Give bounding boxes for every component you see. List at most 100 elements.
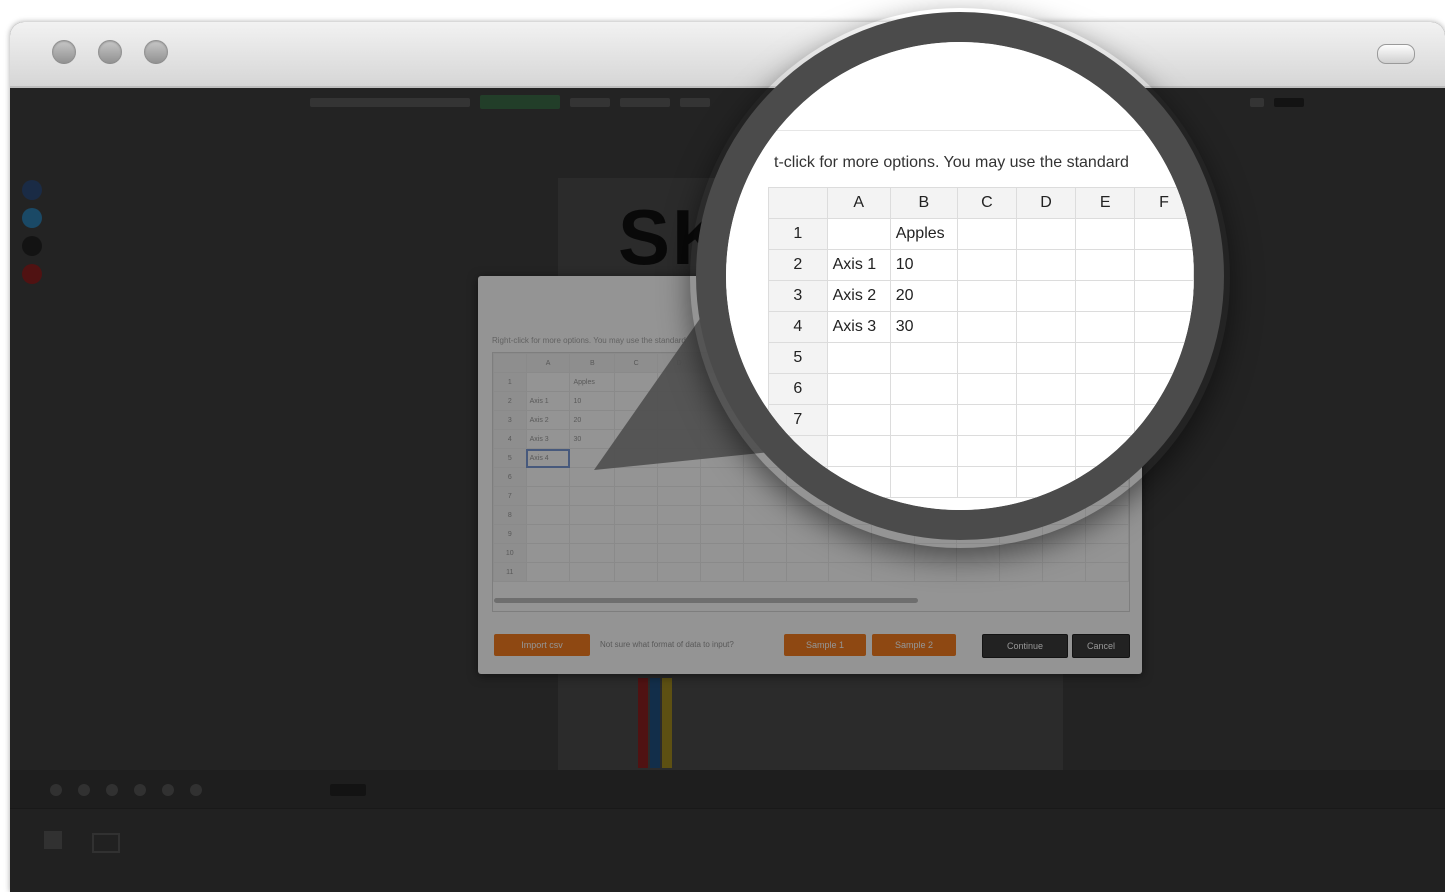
- grid-cell[interactable]: [956, 562, 1001, 582]
- facebook-icon[interactable]: [22, 180, 42, 200]
- pinterest-icon[interactable]: [22, 264, 42, 284]
- grid-cell[interactable]: [1084, 562, 1129, 582]
- delete-icon[interactable]: [190, 784, 202, 796]
- folder-icon[interactable]: [92, 833, 120, 853]
- grid-cell[interactable]: [699, 524, 744, 544]
- grid-cell[interactable]: [614, 524, 659, 544]
- row-header[interactable]: 6: [493, 467, 527, 487]
- grid-cell[interactable]: [1042, 562, 1086, 582]
- grid-cell[interactable]: Axis 3: [525, 429, 571, 449]
- grid-cell[interactable]: Axis 2: [525, 410, 571, 430]
- grid-cell[interactable]: [614, 429, 659, 449]
- row-header[interactable]: 8: [493, 505, 527, 525]
- row-header[interactable]: 1: [493, 372, 527, 392]
- sample-1-button[interactable]: Sample 1: [784, 634, 866, 656]
- account-button[interactable]: [1274, 97, 1304, 107]
- column-header[interactable]: C: [614, 353, 659, 373]
- grid-cell[interactable]: 30: [569, 429, 616, 449]
- lock-icon[interactable]: [50, 784, 62, 796]
- cut-icon[interactable]: [134, 784, 146, 796]
- grid-cell[interactable]: [999, 562, 1044, 582]
- grid-cell[interactable]: Axis 4: [525, 448, 571, 468]
- twitter-icon[interactable]: [22, 208, 42, 228]
- grid-cell[interactable]: [785, 524, 830, 544]
- grid-cell[interactable]: 10: [569, 391, 616, 411]
- grid-cell[interactable]: [657, 505, 701, 525]
- row-header[interactable]: 2: [493, 391, 527, 411]
- cancel-button[interactable]: Cancel: [1072, 634, 1130, 658]
- grid-cell[interactable]: [699, 543, 744, 563]
- grid-cell[interactable]: [614, 543, 659, 563]
- horizontal-scrollbar[interactable]: [494, 598, 918, 603]
- grid-cell[interactable]: [614, 410, 659, 430]
- grid-cell[interactable]: [742, 524, 787, 544]
- grid-cell[interactable]: [657, 429, 701, 449]
- grid-cell[interactable]: [525, 486, 571, 506]
- column-header[interactable]: A: [525, 353, 571, 373]
- grid-cell[interactable]: [569, 486, 616, 506]
- grid-cell[interactable]: [569, 562, 616, 582]
- grid-cell[interactable]: [913, 562, 958, 582]
- grid-cell[interactable]: [614, 467, 659, 487]
- share-menu[interactable]: [680, 97, 710, 107]
- grid-cell[interactable]: [614, 486, 659, 506]
- grid-cell[interactable]: Apples: [569, 372, 616, 392]
- column-header[interactable]: B: [569, 353, 616, 373]
- grid-cell[interactable]: [569, 505, 616, 525]
- grid-cell[interactable]: [785, 562, 830, 582]
- column-header[interactable]: D: [657, 353, 701, 373]
- row-header[interactable]: 7: [493, 486, 527, 506]
- share-icon[interactable]: [22, 236, 42, 256]
- grid-cell[interactable]: [657, 562, 701, 582]
- row-header[interactable]: 11: [493, 562, 527, 582]
- row-header[interactable]: 5: [493, 448, 527, 468]
- grid-cell[interactable]: [525, 562, 571, 582]
- layer-icon[interactable]: [78, 784, 90, 796]
- import-csv-button[interactable]: Import csv: [494, 634, 590, 656]
- file-menu[interactable]: [570, 97, 610, 107]
- grid-cell[interactable]: [828, 543, 873, 563]
- grid-cell[interactable]: [657, 391, 701, 411]
- save-button[interactable]: [480, 95, 560, 109]
- document-name-dropdown[interactable]: [310, 97, 470, 107]
- sample-2-button[interactable]: Sample 2: [872, 634, 956, 656]
- grid-cell[interactable]: [657, 448, 701, 468]
- grid-cell[interactable]: [569, 543, 616, 563]
- row-header[interactable]: 10: [493, 543, 527, 563]
- grid-cell[interactable]: [742, 562, 787, 582]
- continue-button[interactable]: Continue: [982, 634, 1068, 658]
- corner-cell[interactable]: [493, 353, 527, 373]
- canvas-chart-bars[interactable]: [628, 678, 688, 768]
- row-header[interactable]: 4: [493, 429, 527, 449]
- minimize-icon[interactable]: [98, 40, 122, 64]
- grid-cell[interactable]: [657, 410, 701, 430]
- chart-icon[interactable]: [44, 831, 62, 849]
- grid-cell[interactable]: [525, 467, 571, 487]
- grid-cell[interactable]: [999, 543, 1044, 563]
- grid-cell[interactable]: [614, 448, 659, 468]
- grid-cell[interactable]: [657, 543, 701, 563]
- fullscreen-pill-icon[interactable]: [1377, 44, 1415, 64]
- grid-cell[interactable]: [569, 448, 616, 468]
- grid-cell[interactable]: 20: [569, 410, 616, 430]
- grid-cell[interactable]: Axis 1: [525, 391, 571, 411]
- grid-cell[interactable]: [525, 524, 571, 544]
- grid-cell[interactable]: [525, 543, 571, 563]
- grid-cell[interactable]: [1084, 524, 1129, 544]
- grid-cell[interactable]: [742, 543, 787, 563]
- grid-cell[interactable]: [657, 486, 701, 506]
- grid-cell[interactable]: [614, 562, 659, 582]
- grid-cell[interactable]: [1042, 543, 1086, 563]
- row-header[interactable]: 3: [493, 410, 527, 430]
- color-swatch[interactable]: [330, 784, 366, 796]
- grid-cell[interactable]: [657, 467, 701, 487]
- copy-icon[interactable]: [106, 784, 118, 796]
- grid-cell[interactable]: [1084, 543, 1129, 563]
- grid-cell[interactable]: [525, 505, 571, 525]
- grid-cell[interactable]: [657, 524, 701, 544]
- grid-cell[interactable]: [614, 372, 659, 392]
- grid-cell[interactable]: [828, 562, 873, 582]
- close-window-icon[interactable]: [52, 40, 76, 64]
- grid-cell[interactable]: [699, 562, 744, 582]
- grid-cell[interactable]: [614, 505, 659, 525]
